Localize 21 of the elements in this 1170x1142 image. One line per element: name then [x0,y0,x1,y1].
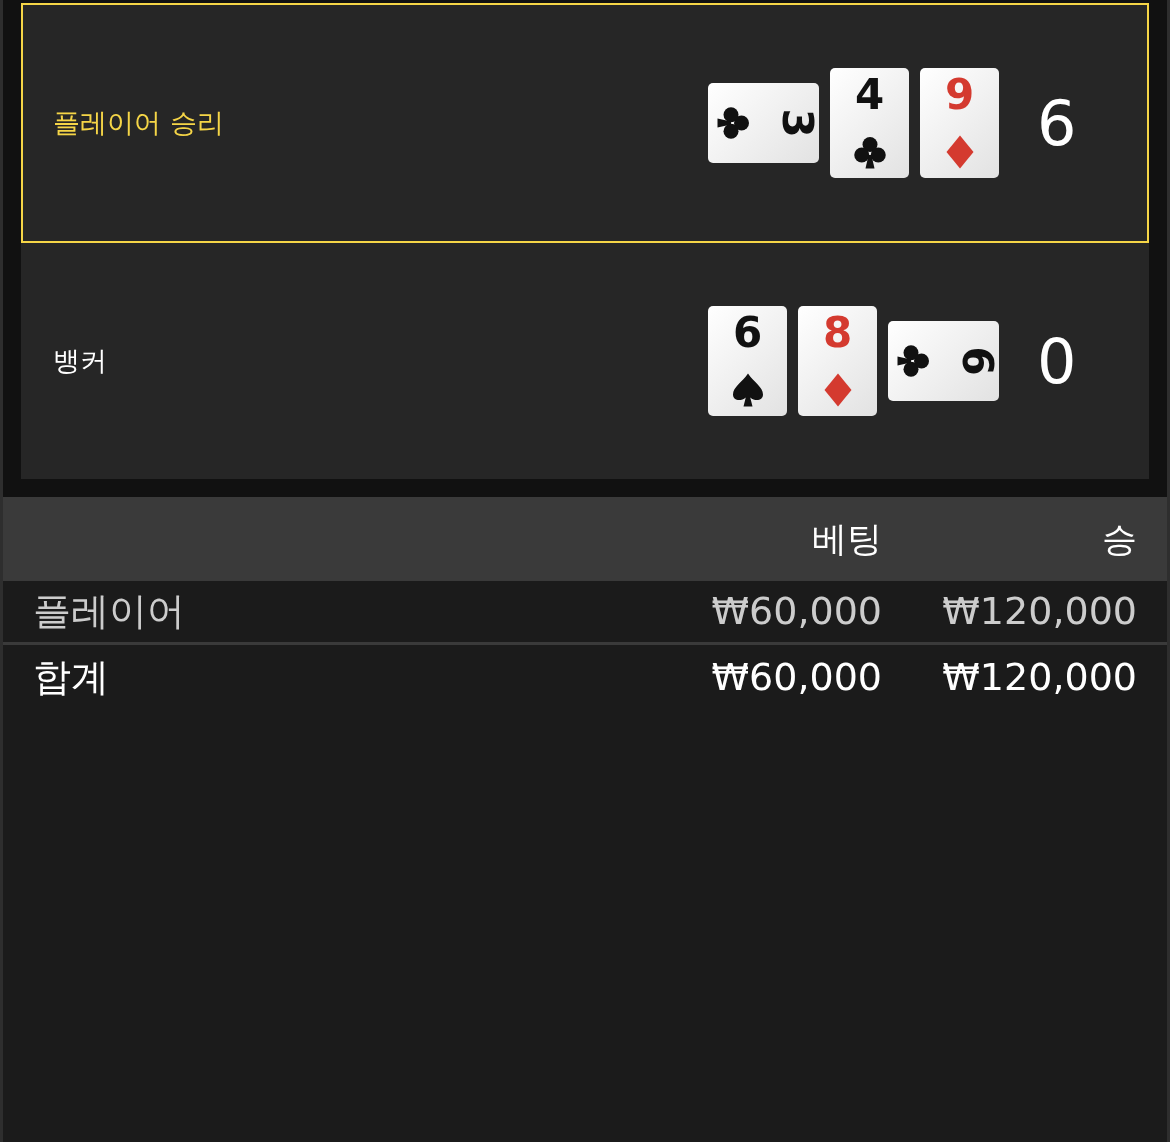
card-rank: 4 [854,74,885,116]
row-label: 합계 [33,654,109,699]
bet-amount: ₩60,000 [711,589,882,633]
row-label: 플레이어 [33,589,185,633]
hand-score: 0 [1037,323,1078,400]
club-icon [716,105,752,141]
hand-score: 6 [1037,85,1078,162]
column-header: 승 [1102,518,1137,559]
card-rank: 8 [822,312,853,354]
hand-label: 뱅커 [53,344,107,376]
column-header: 베팅 [811,517,882,561]
club-icon [851,134,888,170]
card-rank: 3 [775,108,818,138]
win-amount: ₩120,000 [942,654,1137,699]
hand-label: 플레이어 승리 [53,106,224,138]
win-amount: ₩120,000 [942,589,1137,633]
club-icon [896,343,932,379]
card-rank: 9 [944,74,975,116]
bet-amount: ₩60,000 [711,654,882,699]
card-rank: 6 [732,312,763,354]
card-rank: 6 [955,346,998,376]
